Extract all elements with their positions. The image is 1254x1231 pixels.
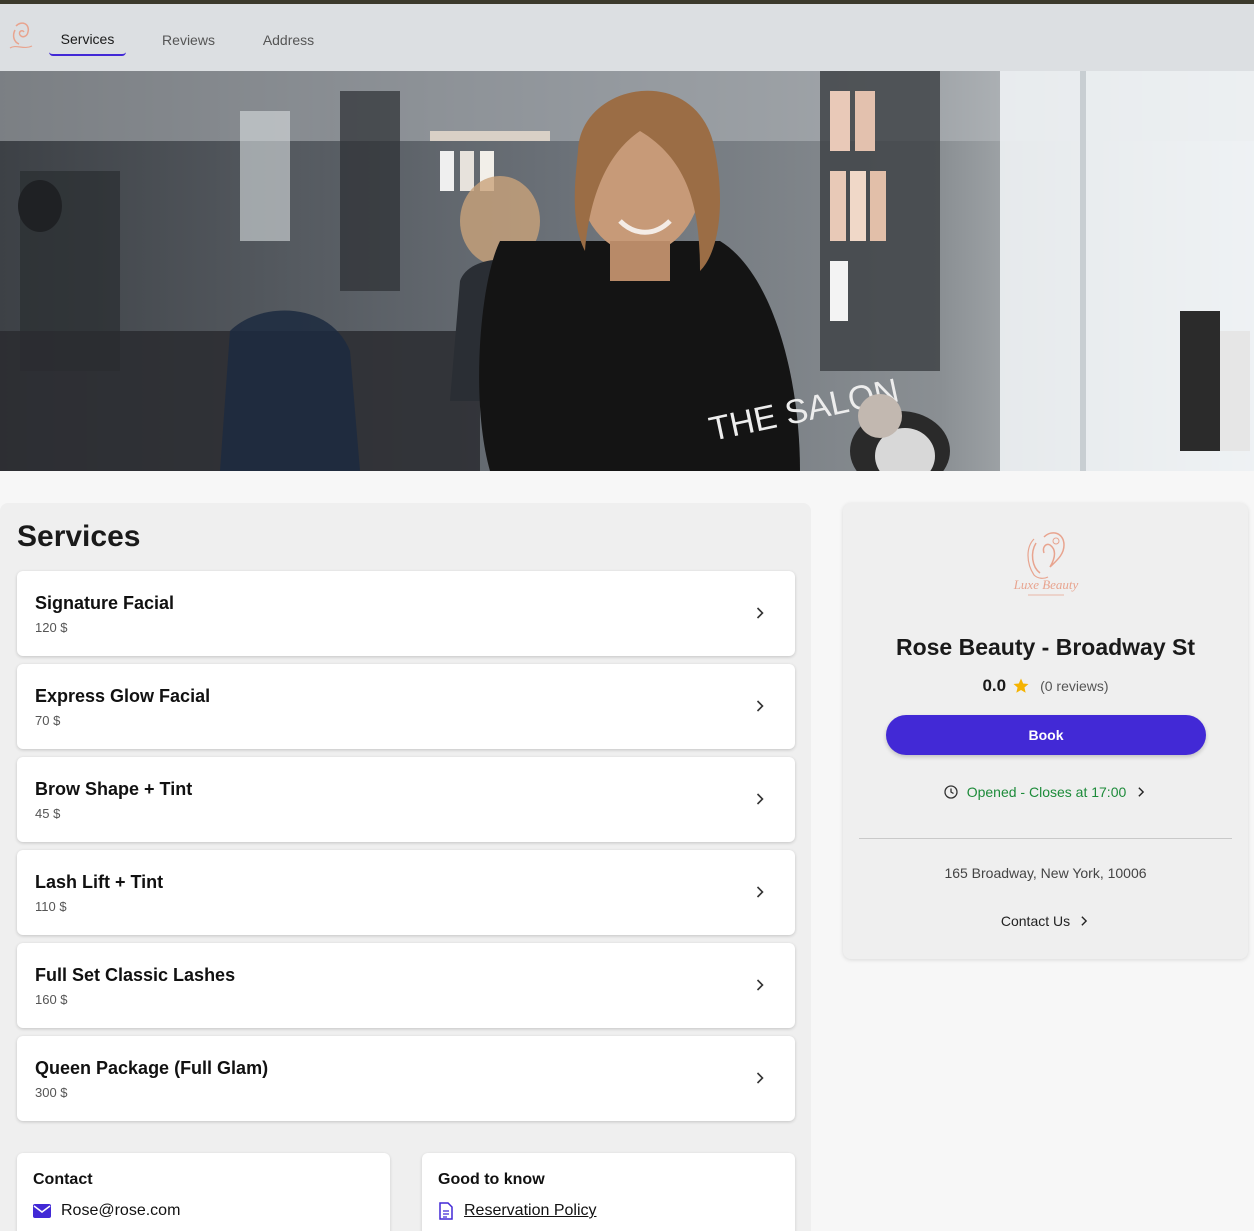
service-price: 70 $ bbox=[35, 713, 61, 728]
clock-icon bbox=[944, 785, 958, 799]
service-card-brow-shape-tint[interactable]: Brow Shape + Tint 45 $ bbox=[17, 757, 795, 842]
salon-logo: Luxe Beauty bbox=[1013, 532, 1079, 596]
salon-name: Rose Beauty - Broadway St bbox=[895, 634, 1196, 660]
contact-us-link[interactable]: Contact Us bbox=[843, 913, 1248, 929]
contact-email[interactable]: Rose@rose.com bbox=[61, 1202, 180, 1220]
tab-address[interactable]: Address bbox=[250, 24, 327, 56]
review-count[interactable]: (0 reviews) bbox=[1040, 678, 1108, 694]
salon-summary-card: Luxe Beauty Rose Beauty - Broadway St 0.… bbox=[843, 503, 1248, 959]
document-icon bbox=[439, 1202, 453, 1220]
book-button[interactable]: Book bbox=[886, 715, 1206, 755]
services-panel: Services Signature Facial 120 $ Express … bbox=[0, 503, 811, 1231]
chevron-right-icon bbox=[1138, 787, 1145, 797]
reservation-policy-link[interactable]: Reservation Policy bbox=[464, 1202, 597, 1220]
service-card-express-glow-facial[interactable]: Express Glow Facial 70 $ bbox=[17, 664, 795, 749]
service-name: Lash Lift + Tint bbox=[35, 872, 164, 892]
service-name: Queen Package (Full Glam) bbox=[35, 1058, 269, 1078]
service-name: Full Set Classic Lashes bbox=[35, 965, 236, 985]
tab-reviews[interactable]: Reviews bbox=[150, 24, 227, 56]
star-icon bbox=[1013, 678, 1029, 693]
good-to-know-card: Good to know Reservation Policy bbox=[422, 1153, 795, 1231]
email-row[interactable]: Rose@rose.com bbox=[33, 1202, 180, 1220]
opening-hours-row[interactable]: Opened - Closes at 17:00 bbox=[843, 784, 1248, 800]
salon-logo-text: Luxe Beauty bbox=[1013, 577, 1079, 592]
chevron-right-icon bbox=[1081, 916, 1088, 926]
contact-card-title: Contact bbox=[33, 1171, 93, 1188]
rating-row: 0.0 (0 reviews) bbox=[843, 676, 1248, 696]
service-price: 160 $ bbox=[35, 992, 68, 1007]
chevron-right-icon bbox=[756, 793, 764, 805]
chevron-right-icon bbox=[756, 979, 764, 991]
salon-address: 165 Broadway, New York, 10006 bbox=[944, 865, 1147, 881]
service-name: Express Glow Facial bbox=[35, 686, 211, 706]
contact-us-label: Contact Us bbox=[1000, 913, 1071, 929]
chevron-right-icon bbox=[756, 607, 764, 619]
service-price: 45 $ bbox=[35, 806, 61, 821]
service-card-queen-package[interactable]: Queen Package (Full Glam) 300 $ bbox=[17, 1036, 795, 1121]
service-card-full-set-classic-lashes[interactable]: Full Set Classic Lashes 160 $ bbox=[17, 943, 795, 1028]
chevron-right-icon bbox=[756, 886, 764, 898]
service-name: Signature Facial bbox=[35, 593, 175, 613]
hero-image: THE SALON bbox=[0, 71, 1254, 471]
service-card-lash-lift-tint[interactable]: Lash Lift + Tint 110 $ bbox=[17, 850, 795, 935]
service-name: Brow Shape + Tint bbox=[35, 779, 193, 799]
service-price: 120 $ bbox=[35, 620, 68, 635]
chevron-right-icon bbox=[756, 700, 764, 712]
chevron-right-icon bbox=[756, 1072, 764, 1084]
salon-photo: THE SALON bbox=[0, 71, 1254, 471]
opening-hours-text: Opened - Closes at 17:00 bbox=[966, 784, 1127, 800]
top-navbar: Services Reviews Address bbox=[0, 4, 1254, 71]
service-card-signature-facial[interactable]: Signature Facial 120 $ bbox=[17, 571, 795, 656]
service-price: 300 $ bbox=[35, 1085, 68, 1100]
tab-services[interactable]: Services bbox=[49, 24, 126, 56]
rating-value: 0.0 bbox=[982, 676, 1007, 695]
divider bbox=[859, 838, 1232, 839]
contact-card: Contact Rose@rose.com bbox=[17, 1153, 390, 1231]
good-to-know-title: Good to know bbox=[438, 1171, 545, 1188]
salon-logo-icon[interactable] bbox=[6, 20, 38, 54]
mail-icon bbox=[33, 1204, 51, 1218]
reservation-policy-row[interactable]: Reservation Policy bbox=[438, 1202, 597, 1220]
services-heading: Services bbox=[17, 520, 141, 553]
service-price: 110 $ bbox=[35, 899, 67, 914]
